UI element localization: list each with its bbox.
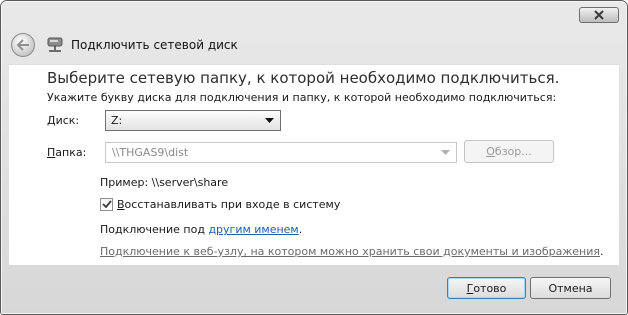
back-button[interactable]	[11, 33, 35, 57]
network-drive-icon	[45, 36, 65, 54]
drive-label: Диск:	[47, 114, 79, 127]
instruction-text: Укажите букву диска для подключения и па…	[47, 91, 557, 104]
dialog-window: Подключить сетевой диск Выберите сетевую…	[0, 0, 628, 315]
cancel-button[interactable]: Отмена	[530, 277, 611, 299]
other-user-suffix: .	[298, 223, 303, 236]
finish-rest: отово	[473, 281, 507, 295]
other-user-link[interactable]: другим именем	[208, 223, 298, 236]
reconnect-rest: осстанавливать при входе в систему	[124, 198, 341, 211]
content-panel: Выберите сетевую папку, к которой необхо…	[9, 64, 619, 265]
finish-button[interactable]: Готово	[447, 277, 526, 299]
reconnect-label: Восстанавливать при входе в систему	[117, 198, 340, 211]
main-heading: Выберите сетевую папку, к которой необхо…	[47, 69, 560, 87]
folder-label: Папка:	[47, 146, 86, 159]
back-arrow-icon	[16, 39, 29, 51]
drive-letter-select[interactable]: Z:	[105, 110, 281, 131]
browse-button[interactable]: Обзор...	[464, 140, 554, 163]
dropdown-arrow-icon	[441, 150, 450, 155]
folder-path-combobox[interactable]: \\THGAS9\dist	[105, 142, 457, 163]
reconnect-accel: В	[117, 198, 125, 211]
web-site-link[interactable]: Подключение к веб-узлу, на котором можно…	[100, 245, 600, 258]
finish-accel: Г	[466, 281, 474, 295]
other-user-row: Подключение под другим именем.	[100, 223, 302, 236]
folder-label-rest: апка:	[55, 146, 87, 159]
other-user-prefix: Подключение под	[100, 223, 209, 236]
drive-label-rest: иск:	[55, 114, 80, 127]
reconnect-checkbox[interactable]	[100, 198, 113, 211]
dropdown-arrow-icon	[265, 118, 274, 123]
drive-label-accel: Д	[47, 114, 56, 127]
title-row: Подключить сетевой диск	[11, 31, 617, 59]
close-x-icon	[594, 10, 604, 20]
folder-path-value: \\THGAS9\dist	[112, 146, 189, 159]
web-site-suffix: .	[599, 245, 604, 258]
example-text: Пример: \\server\share	[100, 176, 229, 189]
close-button[interactable]	[579, 7, 619, 23]
web-site-row: Подключение к веб-узлу, на котором можно…	[100, 245, 603, 258]
reconnect-option[interactable]: Восстанавливать при входе в систему	[100, 198, 340, 211]
checkmark-icon	[101, 200, 112, 209]
drive-letter-value: Z:	[111, 114, 123, 127]
browse-accel: О	[486, 145, 495, 158]
browse-rest: бзор...	[494, 145, 532, 158]
window-title: Подключить сетевой диск	[71, 38, 238, 52]
footer-bar: Готово Отмена	[9, 266, 619, 308]
